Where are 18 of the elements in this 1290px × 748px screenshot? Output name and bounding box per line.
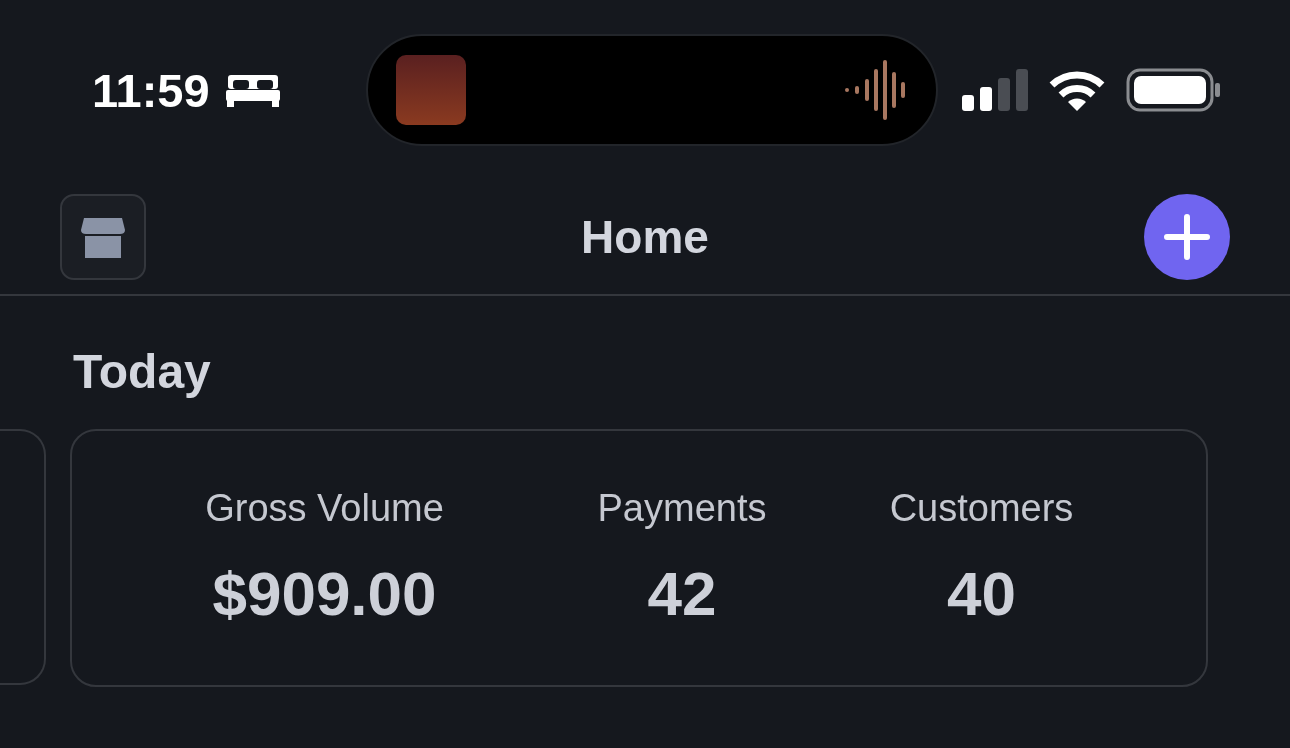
plus-icon (1163, 213, 1211, 261)
stat-value: 42 (647, 558, 717, 629)
stat-label: Customers (889, 487, 1074, 530)
stat-value: 40 (947, 558, 1016, 629)
store-button[interactable] (60, 194, 146, 280)
wifi-icon (1048, 69, 1106, 111)
signal-icon (962, 69, 1028, 111)
section-title: Today (72, 344, 212, 399)
stats-card[interactable]: Gross Volume $909.00 Payments 42 Customers 40 (70, 429, 1208, 687)
bed-icon (225, 73, 280, 107)
stat-label: Payments (597, 487, 767, 530)
stat-value: $909.00 (212, 558, 437, 629)
battery-icon (1126, 68, 1220, 112)
status-time: 11:59 (92, 62, 210, 118)
waveform-icon (844, 59, 906, 121)
stat-label: Gross Volume (205, 487, 444, 530)
page-title: Home (581, 210, 709, 264)
photo-placeholder (396, 55, 466, 125)
